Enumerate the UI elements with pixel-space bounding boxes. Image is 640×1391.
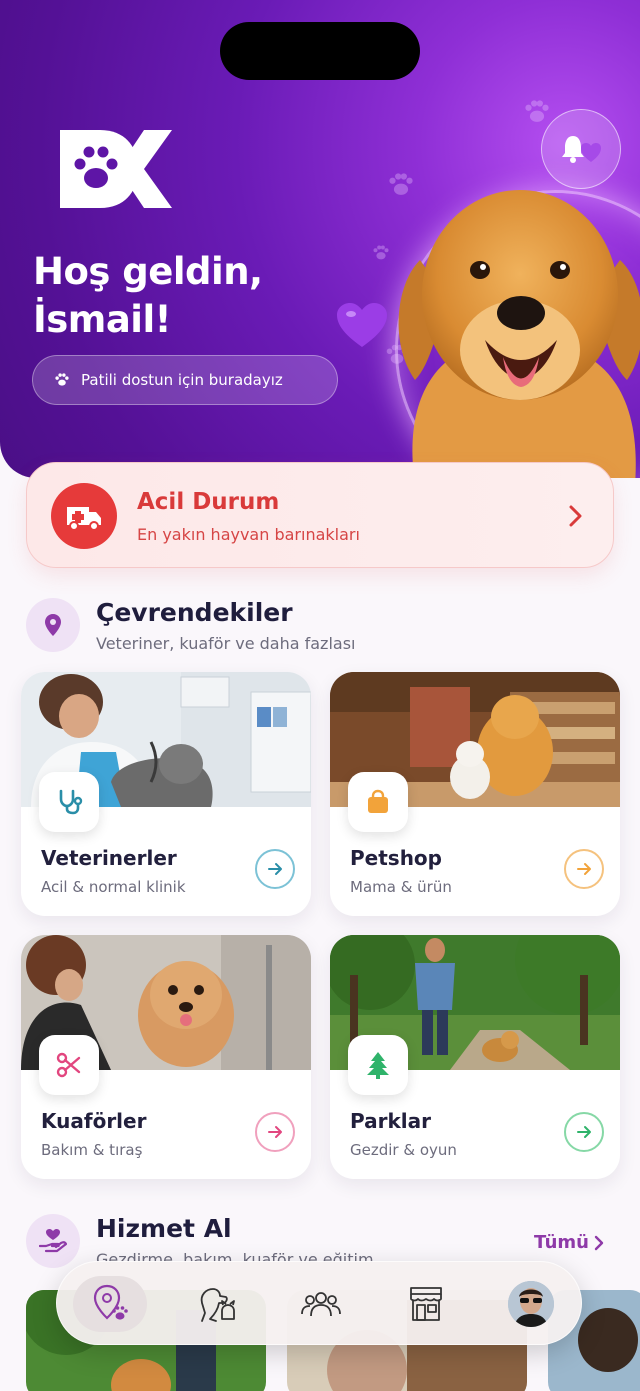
notifications-button[interactable] [541,109,621,189]
parks-title: Parklar [350,1109,431,1133]
parks-arrow-button[interactable] [564,1112,604,1152]
tagline-pill: Patili dostun için buradayız [32,355,338,405]
arrow-right-icon [577,863,591,875]
see-all-label: Tümü [534,1232,589,1253]
vets-arrow-button[interactable] [255,849,295,889]
stethoscope-icon [39,772,99,832]
groomers-subtitle: Bakım & tıraş [41,1141,143,1159]
location-pin-icon [26,598,80,652]
services-title: Hizmet Al [96,1214,232,1243]
arrow-right-icon [268,863,282,875]
emergency-card[interactable]: Acil Durum En yakın hayvan barınakları [26,462,614,568]
scissors-icon [39,1035,99,1095]
tagline-text: Patili dostun için buradayız [81,371,283,389]
camera-notch [220,22,420,80]
nav-community-tab[interactable] [284,1276,358,1332]
profile-avatar[interactable] [508,1281,554,1327]
welcome-heading: Hoş geldin, İsmail! [33,248,263,344]
tree-icon [348,1035,408,1095]
parks-subtitle: Gezdir & oyun [350,1141,457,1159]
arrow-right-icon [577,1126,591,1138]
ambulance-icon [51,483,117,549]
vets-title: Veterinerler [41,846,177,870]
chevron-right-icon [569,505,582,527]
vets-subtitle: Acil & normal klinik [41,878,186,896]
see-all-link[interactable]: Tümü [534,1232,605,1253]
greeting-text: Hoş geldin, [33,250,263,293]
user-name-text: İsmail! [33,298,172,341]
hand-heart-icon [26,1214,80,1268]
golden-retriever-image [398,190,640,478]
parks-card[interactable]: Parklar Gezdir & oyun [330,935,620,1179]
vets-card[interactable]: Veterinerler Acil & normal klinik [21,672,311,916]
nav-store-tab[interactable] [389,1276,463,1332]
pets-icon [200,1288,235,1322]
groomers-title: Kuaförler [41,1109,147,1133]
petshop-arrow-button[interactable] [564,849,604,889]
bell-icon [562,136,601,163]
community-icon [301,1292,341,1317]
arrow-right-icon [268,1126,282,1138]
nearby-title: Çevrendekiler [96,598,293,627]
bottom-navigation [56,1261,582,1345]
nav-map-tab[interactable] [73,1276,147,1332]
heart-icon [337,303,387,347]
petshop-subtitle: Mama & ürün [350,878,452,896]
emergency-title: Acil Durum [137,489,280,515]
nav-pets-tab[interactable] [179,1276,253,1332]
paw-icon [55,373,69,386]
avatar-image [508,1281,554,1327]
store-icon [410,1287,442,1321]
chevron-right-icon [594,1235,604,1250]
nearby-subtitle: Veteriner, kuaför ve daha fazlası [96,634,356,653]
paw-logo-icon [60,130,172,208]
emergency-subtitle: En yakın hayvan barınakları [137,525,360,544]
petshop-card[interactable]: Petshop Mama & ürün [330,672,620,916]
hero-banner: Hoş geldin, İsmail! Patili dostun için b… [0,0,640,478]
shopping-bag-icon [348,772,408,832]
groomers-card[interactable]: Kuaförler Bakım & tıraş [21,935,311,1179]
petshop-title: Petshop [350,846,442,870]
map-paw-icon [93,1284,128,1320]
groomers-arrow-button[interactable] [255,1112,295,1152]
